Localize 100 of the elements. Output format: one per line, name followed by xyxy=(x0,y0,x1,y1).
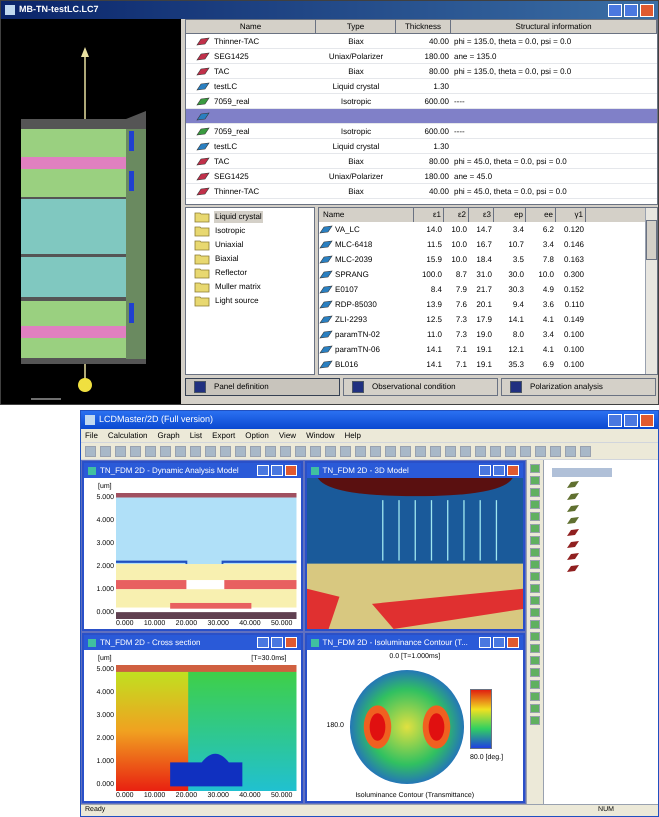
layer-icon xyxy=(196,112,210,120)
maximize-icon[interactable] xyxy=(270,465,282,476)
layer-row[interactable] xyxy=(186,109,657,124)
layer-row[interactable]: testLC Liquid crystal 1.30 xyxy=(186,79,657,94)
tree-item[interactable]: Liquid crystal xyxy=(214,211,263,223)
menu-item[interactable]: Help xyxy=(344,430,361,442)
tree-item[interactable]: Isotropic xyxy=(214,225,246,237)
tree-item[interactable]: Reflector xyxy=(214,267,248,279)
panel-tab[interactable]: Observational condition xyxy=(343,378,498,396)
panel-tab[interactable]: Panel definition xyxy=(185,378,340,396)
column-header[interactable]: Structural information xyxy=(451,20,657,34)
toolbar-icon[interactable] xyxy=(415,446,426,456)
toolbar-icon[interactable] xyxy=(490,446,501,456)
tree-item[interactable]: Muller matrix xyxy=(214,281,262,293)
minimize-icon[interactable] xyxy=(256,465,268,476)
layer-thickness: 180.00 xyxy=(424,52,449,61)
toolbar-icon[interactable] xyxy=(235,446,246,456)
toolbar-icon[interactable] xyxy=(130,446,141,456)
scrollbar[interactable] xyxy=(645,208,657,374)
tree-root-node[interactable] xyxy=(552,468,612,477)
toolbar-icon[interactable] xyxy=(295,446,306,456)
menu-item[interactable]: List xyxy=(190,430,202,442)
menu-item[interactable]: Option xyxy=(245,430,269,442)
maximize-icon[interactable] xyxy=(270,637,282,648)
toolbar-icon[interactable] xyxy=(460,446,471,456)
maximize-icon[interactable] xyxy=(624,414,638,426)
toolbar-icon[interactable] xyxy=(265,446,276,456)
layer-row[interactable]: Thinner-TAC Biax 40.00 phi = 45.0, theta = 0.0, psi = 0.0 xyxy=(186,184,657,199)
column-header[interactable]: Thickness xyxy=(396,20,451,34)
column-header[interactable]: Name xyxy=(186,20,316,34)
toolbar-icon[interactable] xyxy=(175,446,186,456)
minimize-icon[interactable] xyxy=(608,414,622,426)
toolbar-icon[interactable] xyxy=(325,446,336,456)
tree-item[interactable]: Uniaxial xyxy=(214,239,244,251)
menu-item[interactable]: Calculation xyxy=(108,430,148,442)
column-header[interactable]: ε3 xyxy=(469,208,494,222)
tree-item[interactable]: Biaxial xyxy=(214,253,240,265)
folder-icon xyxy=(194,211,210,223)
maximize-icon[interactable] xyxy=(624,4,638,16)
column-header[interactable]: ε1 xyxy=(414,208,444,222)
column-header[interactable]: Type xyxy=(316,20,396,34)
toolbar-icon[interactable] xyxy=(445,446,456,456)
toolbar-icon[interactable] xyxy=(280,446,291,456)
menu-item[interactable]: Graph xyxy=(157,430,180,442)
minimize-icon[interactable] xyxy=(479,465,491,476)
minimize-icon[interactable] xyxy=(608,4,622,16)
maximize-icon[interactable] xyxy=(493,465,505,476)
menu-item[interactable]: Window xyxy=(306,430,335,442)
toolbar-icon[interactable] xyxy=(430,446,441,456)
table-cell-text: 13.9 xyxy=(426,299,442,311)
toolbar-icon[interactable] xyxy=(535,446,546,456)
tree-item[interactable]: Light source xyxy=(214,295,260,307)
close-icon[interactable] xyxy=(507,465,519,476)
close-icon[interactable] xyxy=(507,637,519,648)
layer-row[interactable]: TAC Biax 80.00 phi = 45.0, theta = 0.0, psi = 0.0 xyxy=(186,154,657,169)
layer-row[interactable]: testLC Liquid crystal 1.30 xyxy=(186,139,657,154)
toolbar-icon[interactable] xyxy=(505,446,516,456)
panel-tab[interactable]: Polarization analysis xyxy=(501,378,656,396)
toolbar-icon[interactable] xyxy=(385,446,396,456)
toolbar-icon[interactable] xyxy=(580,446,591,456)
layer-row[interactable]: SEG1425 Uniax/Polarizer 180.00 ane = 135.0 xyxy=(186,49,657,64)
minimize-icon[interactable] xyxy=(479,637,491,648)
toolbar-icon[interactable] xyxy=(400,446,411,456)
toolbar-icon[interactable] xyxy=(145,446,156,456)
close-icon[interactable] xyxy=(640,4,654,16)
layer-row[interactable]: TAC Biax 80.00 phi = 135.0, theta = 0.0, psi = 0.0 xyxy=(186,64,657,79)
column-header[interactable]: γ1 xyxy=(556,208,586,222)
table-cell-text: 8.4 xyxy=(430,284,442,296)
toolbar-icon[interactable] xyxy=(205,446,216,456)
toolbar-icon[interactable] xyxy=(550,446,561,456)
layer-row[interactable]: Thinner-TAC Biax 40.00 phi = 135.0, theta = 0.0, psi = 0.0 xyxy=(186,34,657,49)
column-header[interactable]: ep xyxy=(494,208,526,222)
toolbar-icon[interactable] xyxy=(520,446,531,456)
toolbar-icon[interactable] xyxy=(250,446,261,456)
toolbar-icon[interactable] xyxy=(565,446,576,456)
toolbar-icon[interactable] xyxy=(115,446,126,456)
toolbar-icon[interactable] xyxy=(100,446,111,456)
toolbar-icon[interactable] xyxy=(220,446,231,456)
toolbar-icon[interactable] xyxy=(475,446,486,456)
close-icon[interactable] xyxy=(284,465,296,476)
menu-item[interactable]: View xyxy=(278,430,296,442)
menu-item[interactable]: File xyxy=(85,430,98,442)
toolbar-icon[interactable] xyxy=(370,446,381,456)
toolbar-icon[interactable] xyxy=(310,446,321,456)
menu-item[interactable]: Export xyxy=(212,430,236,442)
toolbar-icon[interactable] xyxy=(190,446,201,456)
toolbar-icon[interactable] xyxy=(355,446,366,456)
maximize-icon[interactable] xyxy=(493,637,505,648)
close-icon[interactable] xyxy=(284,637,296,648)
toolbar-icon[interactable] xyxy=(160,446,171,456)
column-header[interactable]: Name xyxy=(319,208,414,222)
column-header[interactable]: ε2 xyxy=(444,208,469,222)
layer-row[interactable]: SEG1425 Uniax/Polarizer 180.00 ane = 45.0 xyxy=(186,169,657,184)
minimize-icon[interactable] xyxy=(256,637,268,648)
column-header[interactable]: ee xyxy=(526,208,556,222)
toolbar-icon[interactable] xyxy=(85,446,96,456)
toolbar-icon[interactable] xyxy=(340,446,351,456)
table-cell-text: ZLI-2293 xyxy=(335,314,368,326)
layer-row[interactable]: 7059_real Isotropic 600.00 ---- xyxy=(186,124,657,139)
close-icon[interactable] xyxy=(640,414,654,426)
